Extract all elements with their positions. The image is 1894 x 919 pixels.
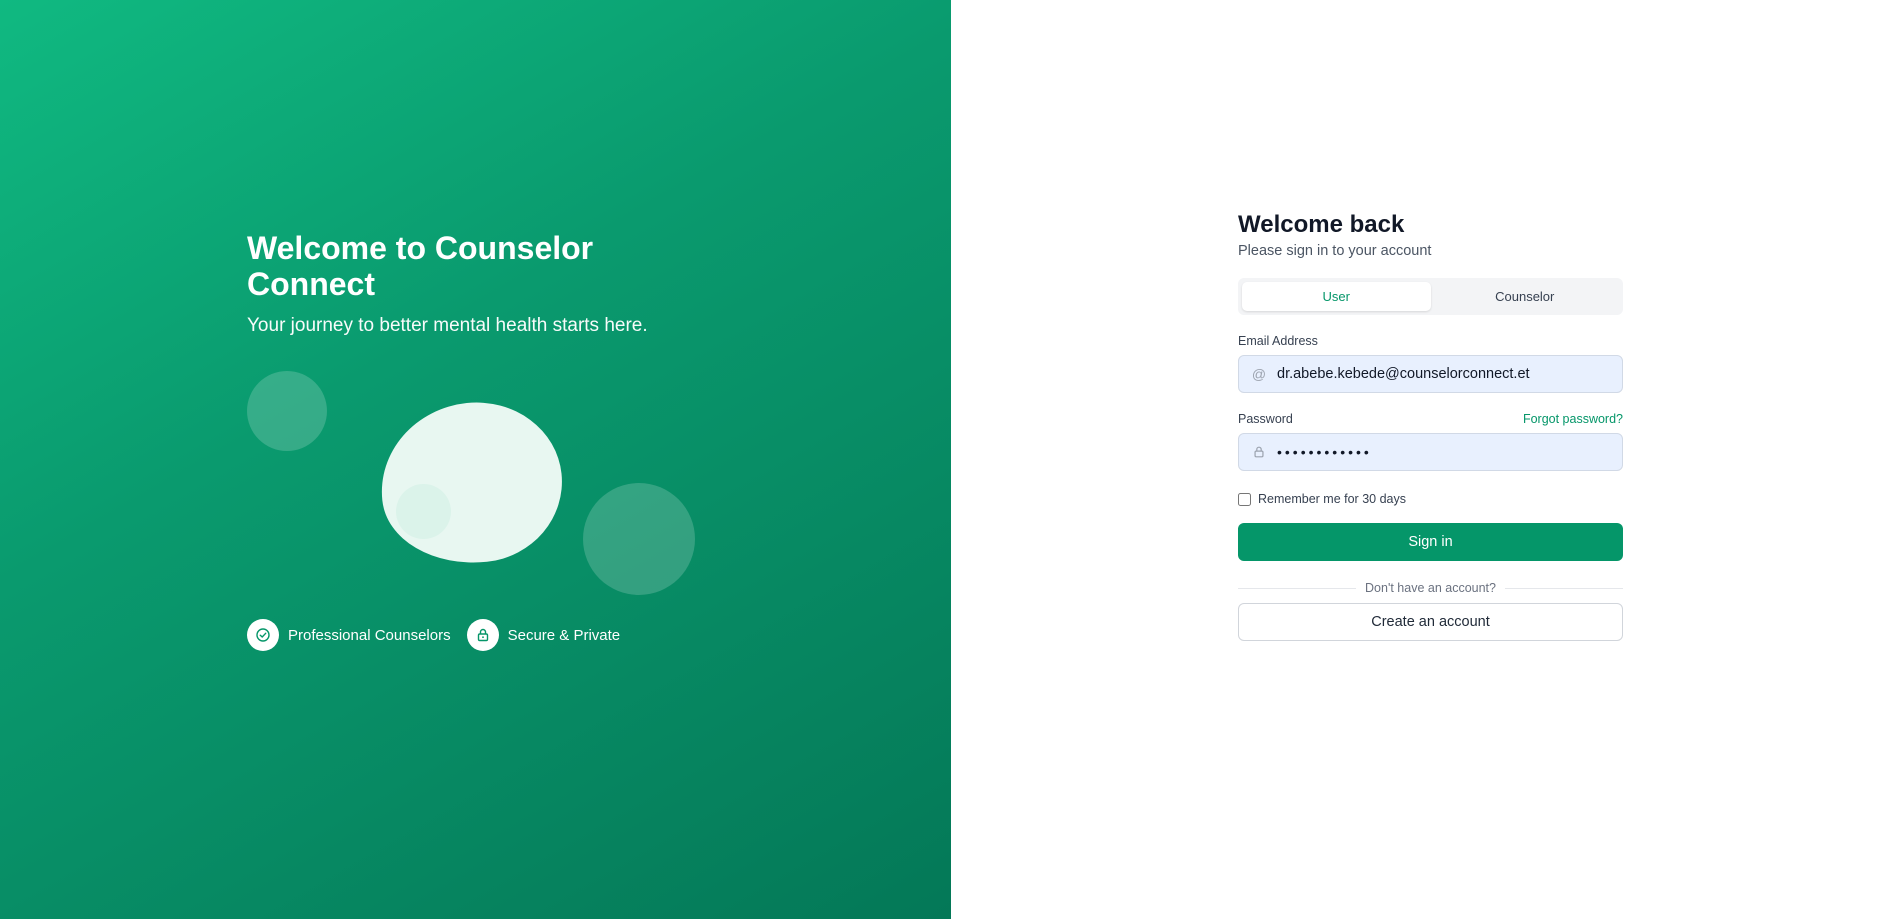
feature-secure-private: Secure & Private (466, 619, 621, 651)
divider-line (1504, 587, 1624, 589)
feature-list: Professional Counselors Secure & Private (247, 619, 636, 651)
create-account-button[interactable]: Create an account (1238, 603, 1623, 641)
forgot-password-link[interactable]: Forgot password? (1523, 412, 1623, 426)
role-tab-user[interactable]: User (1242, 282, 1431, 311)
remember-me-checkbox[interactable] (1238, 492, 1251, 506)
decorative-blob-shade (396, 484, 451, 539)
password-field-wrapper (1238, 433, 1623, 471)
decorative-bubble-right (583, 483, 695, 595)
check-circle-icon (247, 619, 279, 651)
email-input[interactable] (1277, 366, 1607, 382)
sign-in-button[interactable]: Sign in (1238, 523, 1623, 561)
feature-professional-counselors: Professional Counselors (247, 619, 451, 651)
feature-label: Secure & Private (507, 626, 621, 644)
remember-me-row: Remember me for 30 days (1238, 492, 1623, 506)
password-label-row: Password Forgot password? (1238, 412, 1623, 426)
password-input[interactable] (1277, 444, 1607, 460)
login-panel: Welcome back Please sign in to your acco… (1238, 210, 1624, 641)
divider: Don't have an account? (1238, 581, 1624, 595)
hero-title: Welcome to Counselor Connect (247, 230, 594, 302)
lock-icon (466, 619, 499, 651)
divider-line (1238, 587, 1357, 589)
role-toggle: User Counselor (1238, 278, 1623, 315)
decorative-bubble-small (247, 371, 327, 451)
feature-label: Professional Counselors (288, 626, 451, 644)
hero-panel: Welcome to Counselor Connect Your journe… (0, 0, 951, 919)
hero-subtitle: Your journey to better mental health sta… (247, 315, 648, 336)
role-tab-counselor[interactable]: Counselor (1431, 282, 1620, 311)
hero-content: Welcome to Counselor Connect Your journe… (247, 230, 707, 338)
email-field-wrapper: @ (1238, 355, 1623, 393)
lock-icon (1251, 444, 1267, 460)
remember-me-label: Remember me for 30 days (1258, 492, 1406, 506)
login-subtitle: Please sign in to your account (1238, 243, 1432, 259)
password-label: Password (1238, 412, 1293, 426)
login-title: Welcome back (1238, 211, 1405, 238)
divider-text: Don't have an account? (1365, 581, 1496, 595)
email-label: Email Address (1238, 334, 1318, 348)
at-icon: @ (1251, 366, 1267, 382)
decorative-blob (373, 393, 570, 573)
